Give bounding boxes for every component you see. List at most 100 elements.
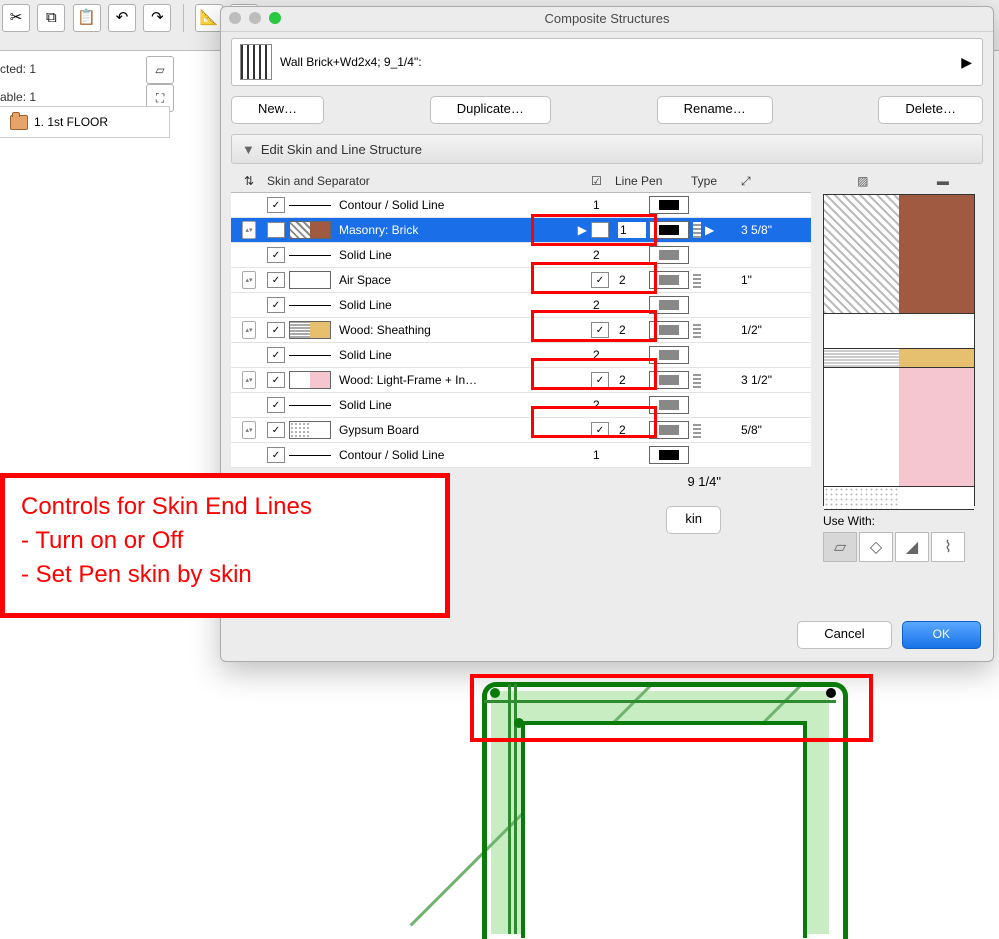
- skin-type[interactable]: [689, 422, 735, 438]
- reorder-handle-icon[interactable]: ▴▾: [242, 421, 256, 439]
- pen-value[interactable]: 1: [617, 221, 647, 239]
- use-with-shell-icon[interactable]: ⌇: [931, 532, 965, 562]
- endline-checkbox[interactable]: ✓: [591, 222, 609, 238]
- close-icon[interactable]: [229, 12, 241, 24]
- skin-type[interactable]: ▶: [689, 222, 735, 238]
- visibility-checkbox[interactable]: ✓: [267, 272, 285, 288]
- fill-swatch[interactable]: [289, 421, 331, 439]
- fill-swatch[interactable]: [289, 321, 331, 339]
- visibility-checkbox[interactable]: ✓: [267, 297, 285, 313]
- pen-swatch[interactable]: [649, 421, 689, 439]
- skin-type[interactable]: [689, 272, 735, 288]
- endline-checkbox[interactable]: ✓: [591, 422, 609, 438]
- pen-value[interactable]: 2: [617, 322, 645, 338]
- use-with-wall-icon[interactable]: ▱: [823, 532, 857, 562]
- rename-button[interactable]: Rename…: [657, 96, 773, 124]
- thickness-value[interactable]: 5/8": [735, 423, 811, 437]
- visibility-checkbox[interactable]: ✓: [267, 247, 285, 263]
- new-button[interactable]: New…: [231, 96, 324, 124]
- row-name: Solid Line: [339, 248, 591, 262]
- table-row[interactable]: ▴▾✓Air Space✓21": [231, 268, 811, 293]
- pen-value[interactable]: 1: [591, 197, 619, 213]
- pen-value[interactable]: 1: [591, 447, 619, 463]
- hatch-preview-icon: ▨: [857, 174, 868, 188]
- pen-swatch[interactable]: [649, 321, 689, 339]
- skin-type[interactable]: [689, 322, 735, 338]
- col-linepen[interactable]: Line Pen: [615, 174, 691, 188]
- reorder-handle-icon[interactable]: ▴▾: [242, 371, 256, 389]
- pen-value[interactable]: 2: [617, 272, 645, 288]
- undo-icon[interactable]: ↶: [108, 4, 136, 32]
- fill-swatch[interactable]: [289, 271, 331, 289]
- pen-value[interactable]: 2: [591, 297, 619, 313]
- paste-icon[interactable]: 📋: [73, 4, 101, 32]
- col-type[interactable]: Type: [691, 174, 741, 188]
- section-header[interactable]: ▼ Edit Skin and Line Structure: [231, 134, 983, 164]
- pen-value[interactable]: 2: [617, 372, 645, 388]
- reorder-handle-icon[interactable]: ▴▾: [242, 221, 256, 239]
- table-row[interactable]: ✓Solid Line2: [231, 393, 811, 418]
- reorder-handle-icon[interactable]: ▴▾: [242, 271, 256, 289]
- visibility-checkbox[interactable]: ✓: [267, 347, 285, 363]
- table-row[interactable]: ▴▾✓Gypsum Board✓25/8": [231, 418, 811, 443]
- thickness-value[interactable]: 3 1/2": [735, 373, 811, 387]
- fill-swatch[interactable]: [289, 371, 331, 389]
- pen-swatch[interactable]: [649, 396, 689, 414]
- table-row[interactable]: ▴▾✓Wood: Light-Frame + In…✓23 1/2": [231, 368, 811, 393]
- skin-type[interactable]: [689, 372, 735, 388]
- delete-button[interactable]: Delete…: [878, 96, 983, 124]
- table-row[interactable]: ✓Contour / Solid Line1: [231, 443, 811, 468]
- measure-icon[interactable]: 📐: [195, 4, 223, 32]
- fill-swatch[interactable]: [289, 221, 331, 239]
- pen-swatch[interactable]: [649, 271, 689, 289]
- thickness-value[interactable]: 3 5/8": [735, 223, 811, 237]
- pen-swatch[interactable]: [649, 221, 689, 239]
- thickness-value[interactable]: 1": [735, 273, 811, 287]
- pen-swatch[interactable]: [649, 446, 689, 464]
- composite-selector[interactable]: Wall Brick+Wd2x4; 9_1/4": ▶: [231, 38, 983, 86]
- table-row[interactable]: ✓Solid Line2: [231, 343, 811, 368]
- pen-value[interactable]: 2: [591, 247, 619, 263]
- table-row[interactable]: ▴▾✓Masonry: Brick▶✓1▶3 5/8": [231, 218, 811, 243]
- wall-tool-icon[interactable]: ▱: [146, 56, 174, 84]
- table-row[interactable]: ✓ Solid Line2: [231, 243, 811, 268]
- table-header: ⇅ Skin and Separator ☑ Line Pen Type ⤢: [231, 170, 811, 193]
- cancel-button[interactable]: Cancel: [797, 621, 891, 649]
- navigator-item[interactable]: 1. 1st FLOOR: [0, 106, 170, 138]
- pen-value[interactable]: 2: [591, 347, 619, 363]
- col-skin[interactable]: Skin and Separator: [267, 174, 591, 188]
- visibility-checkbox[interactable]: ✓: [267, 322, 285, 338]
- copy-icon[interactable]: ⧉: [37, 4, 65, 32]
- endline-checkbox[interactable]: ✓: [591, 272, 609, 288]
- pen-swatch[interactable]: [649, 196, 689, 214]
- insert-skin-button[interactable]: kin: [666, 506, 721, 534]
- pen-swatch[interactable]: [649, 346, 689, 364]
- duplicate-button[interactable]: Duplicate…: [430, 96, 551, 124]
- visibility-checkbox[interactable]: ✓: [267, 222, 285, 238]
- visibility-checkbox[interactable]: ✓: [267, 397, 285, 413]
- pen-value[interactable]: 2: [591, 397, 619, 413]
- pen-value[interactable]: 2: [617, 422, 645, 438]
- pen-swatch[interactable]: [649, 246, 689, 264]
- pen-swatch[interactable]: [649, 296, 689, 314]
- visibility-checkbox[interactable]: ✓: [267, 372, 285, 388]
- visibility-checkbox[interactable]: ✓: [267, 447, 285, 463]
- ok-button[interactable]: OK: [902, 621, 981, 649]
- table-row[interactable]: ✓Contour / Solid Line1: [231, 193, 811, 218]
- use-with-roof-icon[interactable]: ◢: [895, 532, 929, 562]
- thickness-value[interactable]: 1/2": [735, 323, 811, 337]
- redo-icon[interactable]: ↷: [143, 4, 171, 32]
- visibility-checkbox[interactable]: ✓: [267, 197, 285, 213]
- use-with-slab-icon[interactable]: ◇: [859, 532, 893, 562]
- pen-swatch[interactable]: [649, 371, 689, 389]
- table-row[interactable]: ▴▾✓Wood: Sheathing✓21/2": [231, 318, 811, 343]
- endline-checkbox[interactable]: ✓: [591, 322, 609, 338]
- zoom-icon[interactable]: [269, 12, 281, 24]
- sort-icon[interactable]: ⇅: [231, 174, 267, 188]
- cut-icon[interactable]: ✂: [2, 4, 30, 32]
- endline-checkbox[interactable]: ✓: [591, 372, 609, 388]
- table-row[interactable]: ✓Solid Line2: [231, 293, 811, 318]
- reorder-handle-icon[interactable]: ▴▾: [242, 321, 256, 339]
- visibility-checkbox[interactable]: ✓: [267, 422, 285, 438]
- minimize-icon[interactable]: [249, 12, 261, 24]
